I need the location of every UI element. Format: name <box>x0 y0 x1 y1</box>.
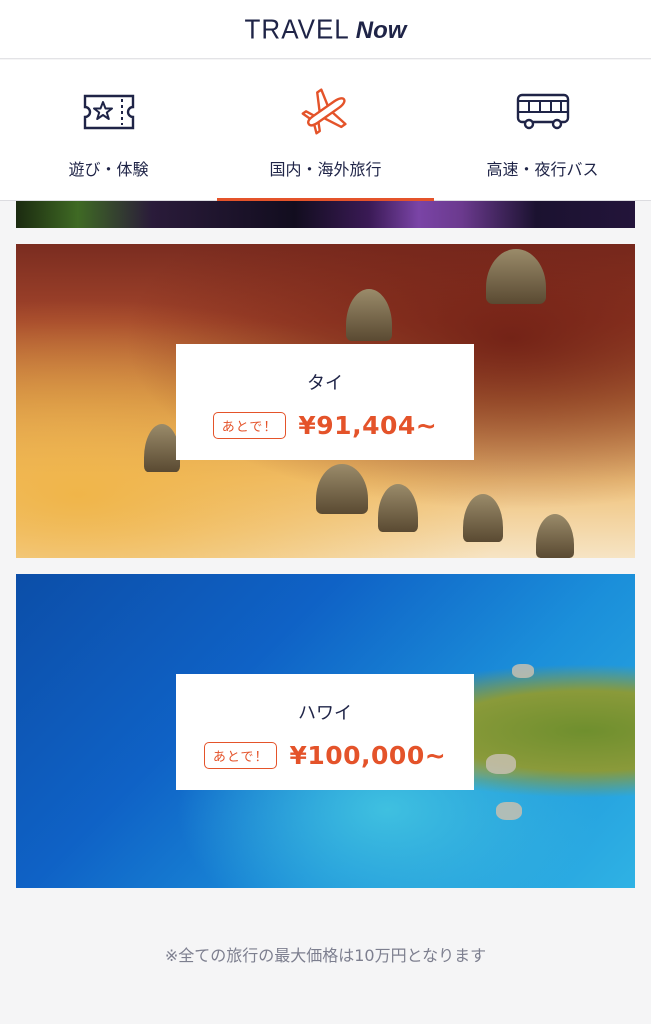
pay-later-badge: あとで！ <box>203 742 278 769</box>
travel-now-logo[interactable]: TRAVEL Now <box>244 12 407 45</box>
previous-destination-image[interactable] <box>16 201 635 228</box>
bell-image-detail <box>144 424 180 472</box>
bus-icon <box>515 86 571 138</box>
app-header: TRAVEL Now <box>0 0 651 59</box>
destination-card-thailand[interactable]: タイ あとで！ ¥91,404~ <box>16 244 635 558</box>
pay-later-badge: あとで！ <box>212 412 287 439</box>
coastline-rock-detail <box>496 802 522 820</box>
destination-info-panel: ハワイ あとで！ ¥100,000~ <box>176 674 474 790</box>
bell-image-detail <box>378 484 418 532</box>
price-row: あとで！ ¥100,000~ <box>203 741 447 770</box>
tab-label-travel: 国内・海外旅行 <box>269 160 382 179</box>
destination-name: ハワイ <box>298 703 352 724</box>
logo-text-travel: TRAVEL <box>244 12 350 45</box>
price-row: あとで！ ¥91,404~ <box>212 411 438 440</box>
bell-image-detail <box>486 249 546 304</box>
destination-price: ¥100,000~ <box>289 741 447 770</box>
tab-bus[interactable]: 高速・夜行バス <box>434 60 651 201</box>
coastline-rock-detail <box>486 754 516 774</box>
logo-text-now: Now <box>355 16 407 44</box>
tab-label-bus: 高速・夜行バス <box>486 160 599 179</box>
bell-image-detail <box>316 464 368 514</box>
tab-travel[interactable]: 国内・海外旅行 <box>217 60 434 202</box>
destination-name: タイ <box>307 373 343 394</box>
tab-activities[interactable]: 遊び・体験 <box>0 60 217 201</box>
airplane-icon <box>298 86 354 138</box>
bell-image-detail <box>463 494 503 542</box>
destination-card-hawaii[interactable]: ハワイ あとで！ ¥100,000~ <box>16 574 635 888</box>
bell-image-detail <box>346 289 392 341</box>
tab-label-activities: 遊び・体験 <box>68 160 149 179</box>
bell-image-detail <box>536 514 574 558</box>
max-price-note: ※全ての旅行の最大価格は10万円となります <box>164 946 487 965</box>
category-tabs: 遊び・体験 国内・海外旅行 高速・夜行バス <box>0 60 651 202</box>
coastline-rock-detail <box>512 664 534 678</box>
destination-info-panel: タイ あとで！ ¥91,404~ <box>176 344 474 460</box>
destination-price: ¥91,404~ <box>298 411 438 440</box>
ticket-icon <box>81 86 137 138</box>
